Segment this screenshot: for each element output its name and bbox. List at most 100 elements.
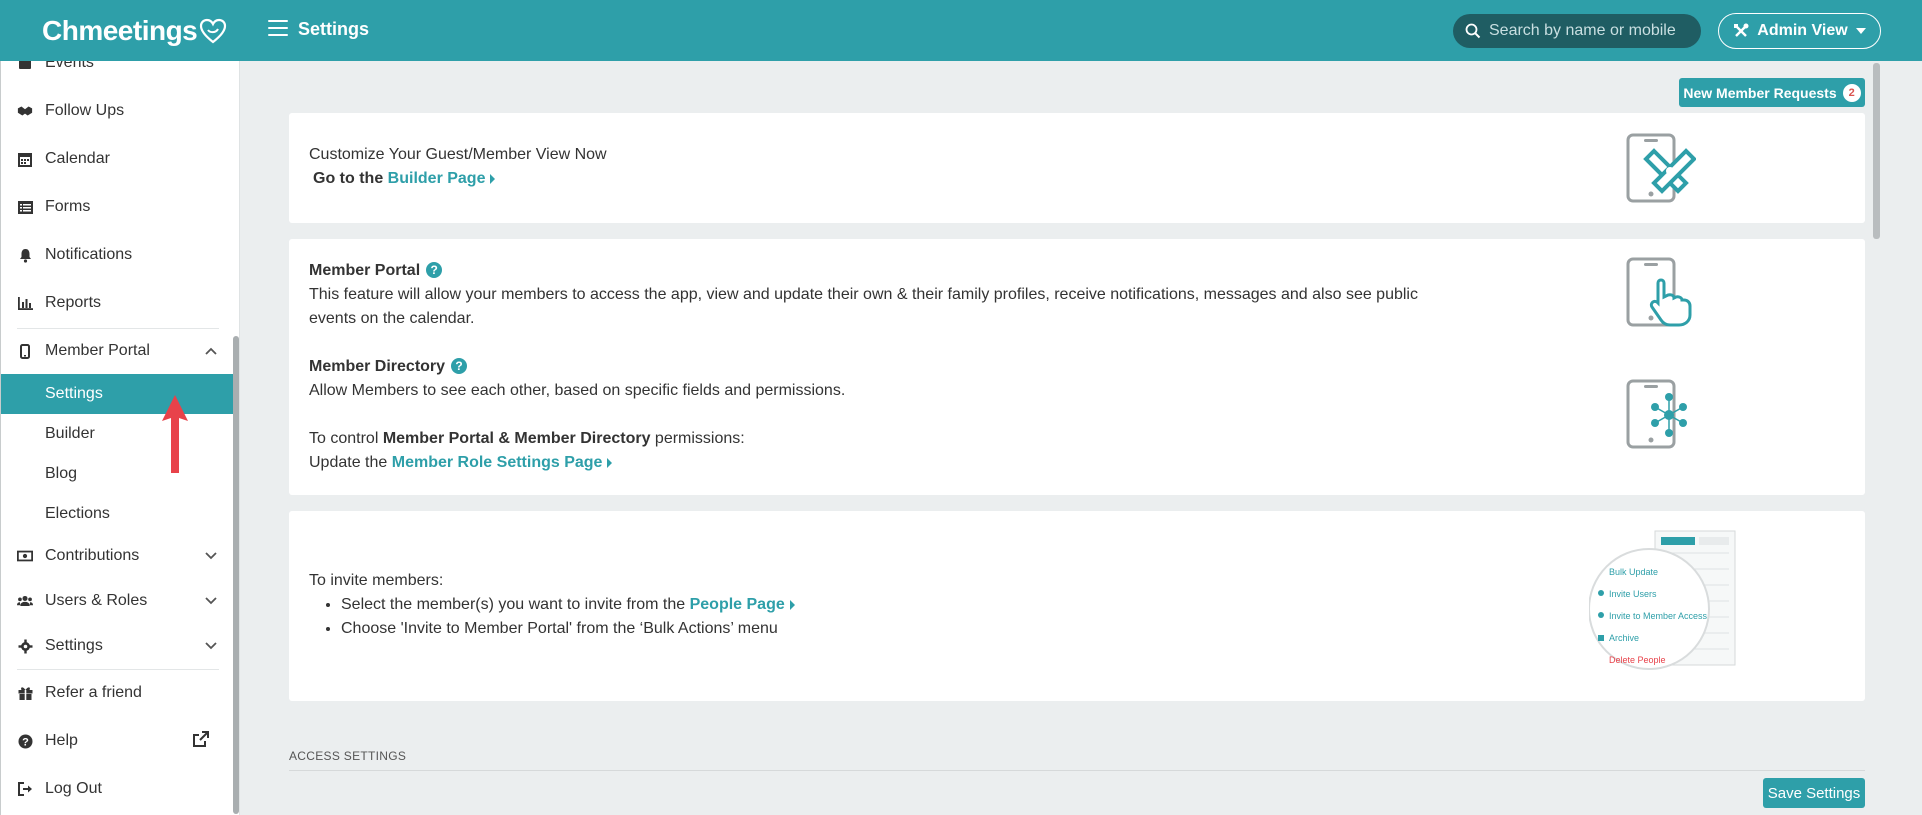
- logo[interactable]: Chmeetings: [42, 14, 227, 48]
- arrow-up-icon: [162, 395, 188, 473]
- sidebar-item-calendar[interactable]: Calendar: [1, 139, 233, 179]
- sidebar-item-label: Refer a friend: [45, 684, 142, 701]
- sidebar-item-label: Contributions: [45, 547, 140, 564]
- invite-member-access-label: Invite to Member Access: [1609, 611, 1708, 621]
- bar-chart-icon: [17, 295, 33, 311]
- sidebar-item-contributions[interactable]: Contributions: [1, 536, 233, 576]
- member-portal-heading: Member Portal?: [309, 259, 1509, 283]
- builder-page-link[interactable]: Builder Page: [388, 170, 496, 187]
- bulk-update-label: Bulk Update: [1609, 567, 1658, 577]
- member-role-settings-link[interactable]: Member Role Settings Page: [392, 454, 613, 471]
- admin-view-button[interactable]: Admin View: [1718, 13, 1881, 49]
- access-settings-heading: ACCESS SETTINGS: [289, 749, 407, 763]
- section-divider: [289, 770, 1865, 771]
- caret-right-icon: [789, 599, 795, 610]
- sidebar-item-reports[interactable]: Reports: [1, 283, 233, 323]
- member-portal-card: Member Portal? This feature will allow y…: [289, 239, 1865, 495]
- sidebar-subitem-elections[interactable]: Elections: [1, 494, 233, 534]
- main-scrollbar[interactable]: [1873, 63, 1880, 239]
- sidebar-item-label: Notifications: [45, 246, 133, 263]
- search-box[interactable]: [1453, 14, 1701, 48]
- question-circle-icon: ?: [17, 733, 33, 749]
- sidebar-item-refer-friend[interactable]: Refer a friend: [1, 673, 233, 713]
- sidebar-item-label: Follow Ups: [45, 102, 125, 119]
- search-input[interactable]: [1489, 22, 1689, 40]
- sidebar-item-follow-ups[interactable]: Follow Ups: [1, 91, 233, 131]
- phone-edit-icon: [1626, 133, 1696, 203]
- sidebar-item-label: Events: [45, 61, 94, 71]
- sidebar-item-help[interactable]: ? Help: [1, 721, 233, 761]
- invite-step-2: Choose 'Invite to Member Portal' from th…: [341, 617, 795, 641]
- chevron-down-icon: [205, 547, 217, 565]
- page-title: Settings: [298, 19, 370, 39]
- control-bold: Member Portal & Member Directory: [382, 430, 651, 447]
- sidebar-item-label: Reports: [45, 294, 102, 311]
- people-page-link[interactable]: People Page: [690, 596, 795, 613]
- control-suffix: permissions:: [654, 430, 745, 447]
- calendar-icon: [17, 151, 33, 167]
- control-prefix: To control: [309, 430, 379, 447]
- member-directory-title: Member Directory: [309, 358, 446, 375]
- sidebar-scrollbar[interactable]: [233, 336, 239, 814]
- external-link-icon[interactable]: [193, 730, 209, 752]
- sidebar-item-label: Settings: [45, 637, 103, 654]
- invite-step-1-text: Select the member(s) you want to invite …: [341, 596, 686, 613]
- sidebar-item-notifications[interactable]: Notifications: [1, 235, 233, 275]
- sidebar-item-users-roles[interactable]: Users & Roles: [1, 581, 233, 621]
- sidebar-item-events[interactable]: Events: [1, 61, 233, 83]
- phone-network-icon: [1626, 379, 1687, 449]
- count-badge: 2: [1842, 83, 1861, 102]
- people-page-link-text: People Page: [689, 596, 785, 613]
- permissions-control-text: To control Member Portal & Member Direct…: [309, 427, 1509, 451]
- users-icon: [17, 593, 33, 609]
- member-portal-description-cont: events on the calendar.: [309, 310, 475, 327]
- builder-card: Customize Your Guest/Member View Now Go …: [289, 113, 1865, 223]
- search-icon: [1465, 23, 1481, 39]
- sidebar-subitem-settings[interactable]: Settings: [1, 374, 233, 414]
- question-circle-icon[interactable]: ?: [426, 262, 443, 278]
- sidebar-item-forms[interactable]: Forms: [1, 187, 233, 227]
- role-settings-line: Update the Member Role Settings Page: [309, 451, 1509, 475]
- builder-page-link-text: Builder Page: [387, 170, 486, 187]
- builder-intro-text: Customize Your Guest/Member View Now: [309, 146, 607, 163]
- sidebar-item-member-portal[interactable]: Member Portal: [1, 331, 233, 371]
- new-member-requests-label: New Member Requests: [1683, 84, 1837, 101]
- logo-heart-icon: [200, 18, 227, 44]
- sidebar-divider: [17, 328, 219, 329]
- bulk-actions-preview-image: Bulk Update Invite Users Invite to Membe…: [1589, 530, 1736, 670]
- member-portal-title: Member Portal: [309, 262, 421, 279]
- gift-icon: [17, 685, 33, 701]
- chevron-down-icon: [1855, 28, 1866, 34]
- invite-title: To invite members:: [309, 572, 444, 589]
- sidebar-item-logout[interactable]: Log Out: [1, 769, 233, 809]
- question-circle-icon[interactable]: ?: [451, 358, 468, 374]
- invite-users-label: Invite Users: [1609, 589, 1657, 599]
- member-portal-description: This feature will allow your members to …: [309, 286, 1418, 303]
- phone-tap-icon: [1626, 257, 1692, 327]
- sidebar-item-label: Help: [45, 732, 78, 749]
- chevron-down-icon: [205, 592, 217, 610]
- money-bill-icon: [17, 548, 33, 564]
- invite-step-1: Select the member(s) you want to invite …: [341, 593, 795, 617]
- bell-icon: [17, 247, 33, 263]
- menu-toggle-icon[interactable]: [268, 20, 288, 40]
- builder-link-line: Go to the Builder Page: [313, 167, 607, 191]
- sidebar-item-settings[interactable]: Settings: [1, 626, 233, 666]
- chevron-down-icon: [205, 637, 217, 655]
- sign-out-icon: [17, 781, 33, 797]
- delete-people-label: Delete People: [1609, 655, 1666, 665]
- new-member-requests-button[interactable]: New Member Requests 2: [1679, 78, 1865, 107]
- caret-right-icon: [607, 457, 613, 468]
- list-icon: [17, 199, 33, 215]
- sidebar-subitem-builder[interactable]: Builder: [1, 414, 233, 454]
- sidebar-item-label: Member Portal: [45, 342, 150, 359]
- tools-icon: [1734, 23, 1749, 37]
- svg-text:?: ?: [22, 736, 29, 748]
- archive-label: Archive: [1609, 633, 1639, 643]
- member-role-settings-link-text: Member Role Settings Page: [391, 454, 603, 471]
- save-settings-button[interactable]: Save Settings: [1763, 778, 1865, 808]
- sidebar-item-label: Users & Roles: [45, 592, 148, 609]
- sidebar-subitem-blog[interactable]: Blog: [1, 454, 233, 494]
- invite-members-card: To invite members: Select the member(s) …: [289, 511, 1865, 701]
- sidebar-item-label: Calendar: [45, 150, 110, 167]
